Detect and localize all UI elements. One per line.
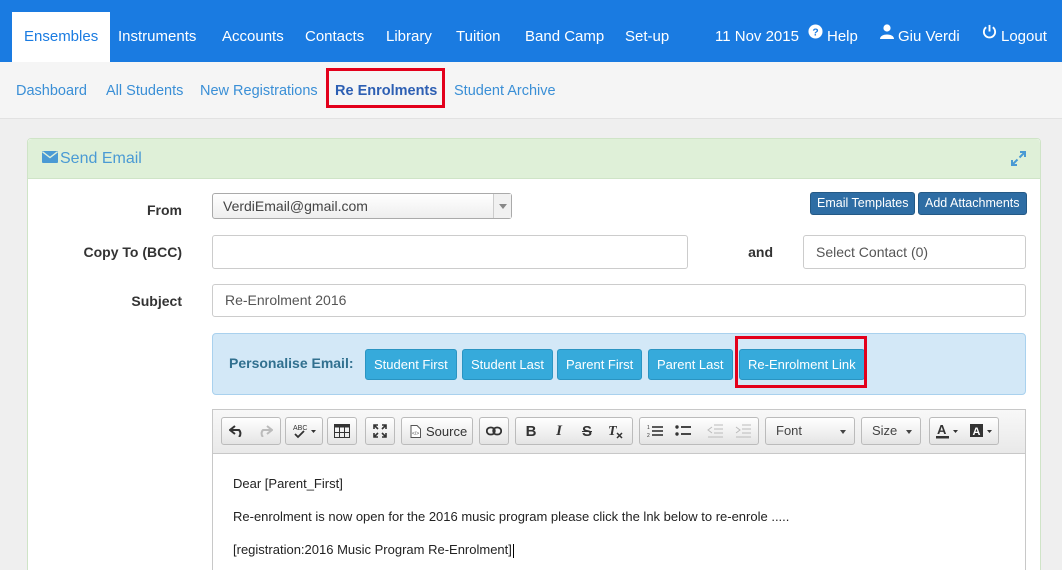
formatting-group: B I S T (515, 417, 633, 445)
link-icon[interactable] (481, 418, 507, 444)
undo-redo-group (221, 417, 281, 445)
nav-contacts[interactable]: Contacts (305, 0, 364, 62)
color-group: A A (929, 417, 999, 445)
subnav-re-enrolments[interactable]: Re Enrolments (335, 80, 437, 102)
link-group (479, 417, 509, 445)
from-select[interactable]: VerdiEmail@gmail.com (212, 193, 512, 219)
top-navbar: Ensembles Instruments Accounts Contacts … (0, 0, 1062, 62)
svg-text:ABC: ABC (293, 425, 307, 432)
undo-icon[interactable] (224, 418, 250, 444)
logout-label: Logout (1001, 28, 1047, 45)
numbered-list-icon[interactable]: 12 (642, 418, 668, 444)
nav-library[interactable]: Library (386, 0, 432, 62)
panel-title: Send Email (42, 150, 142, 168)
panel-header: Send Email (28, 139, 1040, 179)
italic-icon[interactable]: I (546, 418, 572, 444)
text-cursor (512, 543, 514, 558)
student-last-button[interactable]: Student Last (462, 349, 553, 380)
spellcheck-group: ABC (285, 417, 323, 445)
indent-icon[interactable] (730, 418, 756, 444)
help-link[interactable]: ? Help (808, 0, 858, 62)
current-date: 11 Nov 2015 (715, 28, 799, 45)
logout-link[interactable]: Logout (982, 0, 1047, 62)
from-label: From (147, 202, 182, 218)
svg-text:1: 1 (647, 425, 650, 431)
personalise-email-bar: Personalise Email: Student First Student… (212, 333, 1026, 395)
nav-accounts[interactable]: Accounts (222, 0, 284, 62)
nav-setup[interactable]: Set-up (625, 0, 669, 62)
nav-ensembles[interactable]: Ensembles (12, 12, 111, 62)
user-name: Giu Verdi (898, 28, 960, 45)
sub-navbar: Dashboard All Students New Registrations… (0, 62, 1062, 119)
svg-text:2: 2 (647, 433, 650, 438)
subject-input[interactable]: Re-Enrolment 2016 (212, 284, 1026, 317)
redo-icon[interactable] (252, 418, 278, 444)
and-label: and (748, 244, 773, 260)
table-group (327, 417, 357, 445)
outdent-icon[interactable] (702, 418, 728, 444)
bcc-input[interactable] (212, 235, 688, 269)
remove-format-icon[interactable]: T (602, 418, 628, 444)
table-icon[interactable] (329, 418, 355, 444)
text-color-icon[interactable]: A (932, 418, 964, 444)
nav-band-camp[interactable]: Band Camp (525, 0, 604, 62)
strikethrough-icon[interactable]: S (574, 418, 600, 444)
svg-text:?: ? (812, 27, 818, 38)
subnav-student-archive[interactable]: Student Archive (454, 80, 556, 102)
nav-tuition[interactable]: Tuition (456, 0, 500, 62)
user-menu[interactable]: Giu Verdi (880, 0, 960, 62)
editor-toolbar: ABC </> Source B I S T 1 2 Font Size A A (213, 410, 1025, 454)
help-label: Help (827, 28, 858, 45)
maximize-icon[interactable] (367, 418, 393, 444)
chevron-down-icon (493, 194, 511, 218)
select-contact-input[interactable]: Select Contact (0) (803, 235, 1026, 269)
parent-last-button[interactable]: Parent Last (648, 349, 733, 380)
student-first-button[interactable]: Student First (365, 349, 457, 380)
email-templates-button[interactable]: Email Templates (810, 192, 916, 215)
spellcheck-icon[interactable]: ABC (288, 418, 322, 444)
from-select-value: VerdiEmail@gmail.com (223, 198, 368, 214)
envelope-icon (42, 150, 60, 167)
list-group: 12 (639, 417, 759, 445)
svg-text:A: A (973, 426, 981, 438)
subnav-new-registrations[interactable]: New Registrations (200, 80, 318, 102)
re-enrolment-link-button[interactable]: Re-Enrolment Link (739, 349, 865, 380)
editor-line-greeting: Dear [Parent_First] (233, 476, 343, 491)
add-attachments-button[interactable]: Add Attachments (918, 192, 1027, 215)
bullet-list-icon[interactable] (670, 418, 696, 444)
editor-line-registration: [registration:2016 Music Program Re-Enro… (233, 542, 514, 558)
parent-first-button[interactable]: Parent First (557, 349, 643, 380)
svg-text:A: A (937, 423, 947, 437)
subnav-all-students[interactable]: All Students (106, 80, 183, 102)
nav-instruments[interactable]: Instruments (118, 0, 196, 62)
svg-text:</>: </> (412, 431, 419, 437)
email-editor: ABC </> Source B I S T 1 2 Font Size A A… (212, 409, 1026, 570)
size-combo[interactable]: Size (861, 417, 921, 445)
font-combo[interactable]: Font (765, 417, 855, 445)
bold-icon[interactable]: B (518, 418, 544, 444)
maximize-group (365, 417, 395, 445)
source-button[interactable]: </> Source (404, 418, 472, 444)
subnav-dashboard[interactable]: Dashboard (16, 80, 87, 102)
personalise-label: Personalise Email: (229, 355, 354, 371)
subject-label: Subject (131, 293, 182, 309)
expand-icon[interactable] (1011, 151, 1026, 171)
bcc-label: Copy To (BCC) (83, 244, 183, 260)
background-color-icon[interactable]: A (966, 418, 998, 444)
editor-line-body: Re-enrolment is now open for the 2016 mu… (233, 509, 790, 524)
svg-text:T: T (608, 424, 618, 439)
source-group: </> Source (401, 417, 473, 445)
source-label: Source (426, 423, 468, 439)
